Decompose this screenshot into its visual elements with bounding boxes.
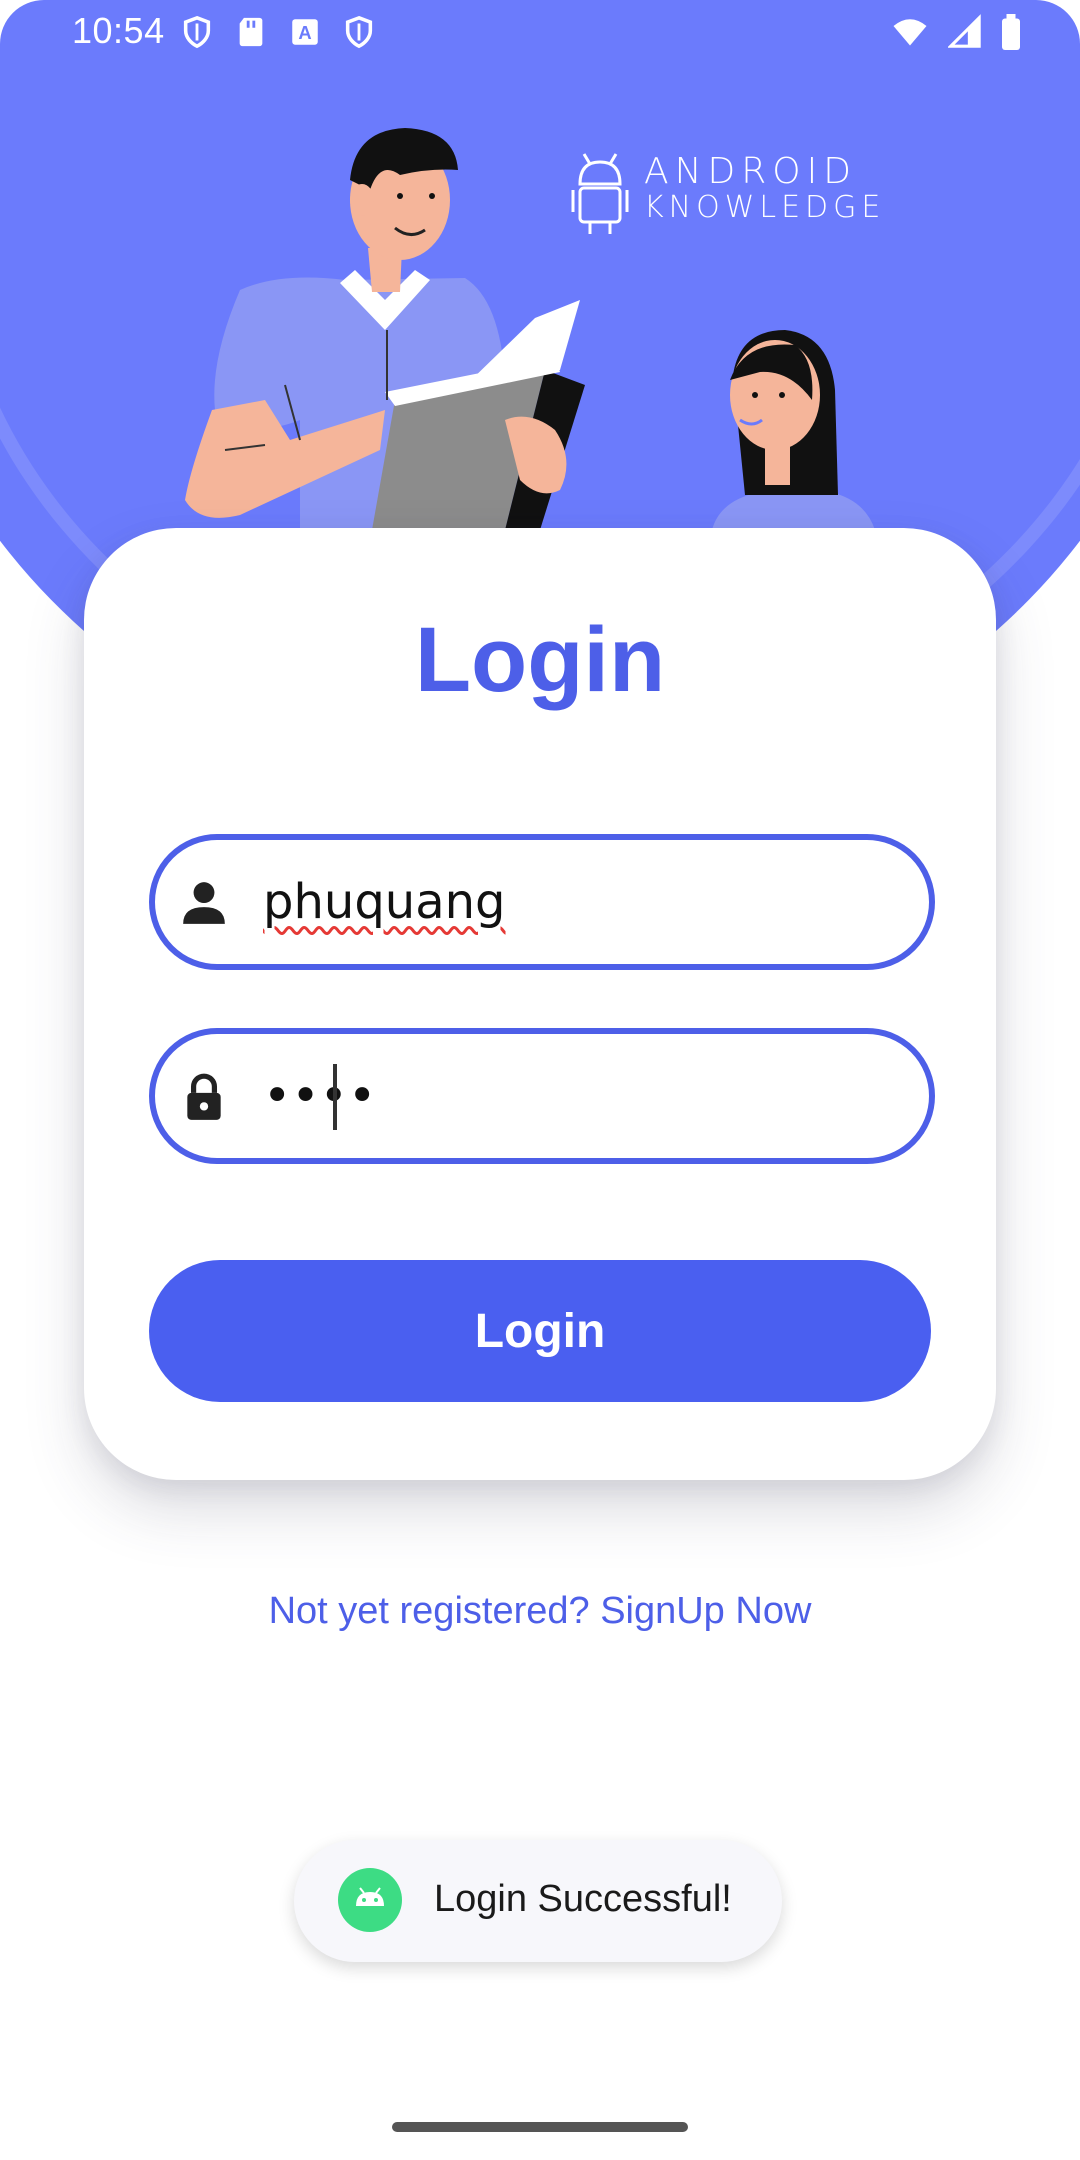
text-caret <box>333 1064 337 1130</box>
status-bar: 10:54 A <box>0 0 1080 66</box>
battery-icon <box>1002 14 1020 50</box>
login-card: Login phuquang •••• Login <box>84 528 996 1480</box>
shield-icon <box>345 15 373 49</box>
username-field[interactable]: phuquang <box>149 834 935 970</box>
login-title: Login <box>414 609 666 711</box>
toast-message: Login Successful! <box>434 1878 732 1920</box>
password-input[interactable]: •••• <box>263 1068 376 1124</box>
toast: Login Successful! <box>294 1840 782 1962</box>
brand-logo: ANDROID KNOWLEDGE <box>570 148 880 238</box>
status-time: 10:54 <box>72 10 165 51</box>
lock-icon <box>187 1073 221 1120</box>
login-button[interactable]: Login <box>149 1260 931 1402</box>
svg-text:A: A <box>298 22 311 43</box>
status-left-icons: A <box>180 14 376 50</box>
shield-icon <box>183 15 211 49</box>
girl-figure <box>712 330 875 530</box>
man-figure <box>185 128 585 530</box>
status-right-icons <box>888 14 1024 50</box>
brand-line-1: ANDROID <box>644 151 857 192</box>
font-a-icon: A <box>292 19 318 45</box>
wifi-icon <box>893 19 927 46</box>
person-icon <box>183 882 225 924</box>
gesture-nav-handle[interactable] <box>392 2122 688 2132</box>
sd-card-icon <box>239 17 263 47</box>
username-input[interactable]: phuquang <box>263 874 506 930</box>
password-field[interactable]: •••• <box>149 1028 935 1164</box>
brand-line-2: KNOWLEDGE <box>644 190 886 225</box>
android-robot-icon <box>571 153 629 234</box>
signup-link[interactable]: Not yet registered? SignUp Now <box>0 1590 1080 1633</box>
android-app-icon <box>338 1868 402 1932</box>
signal-icon <box>948 14 981 48</box>
